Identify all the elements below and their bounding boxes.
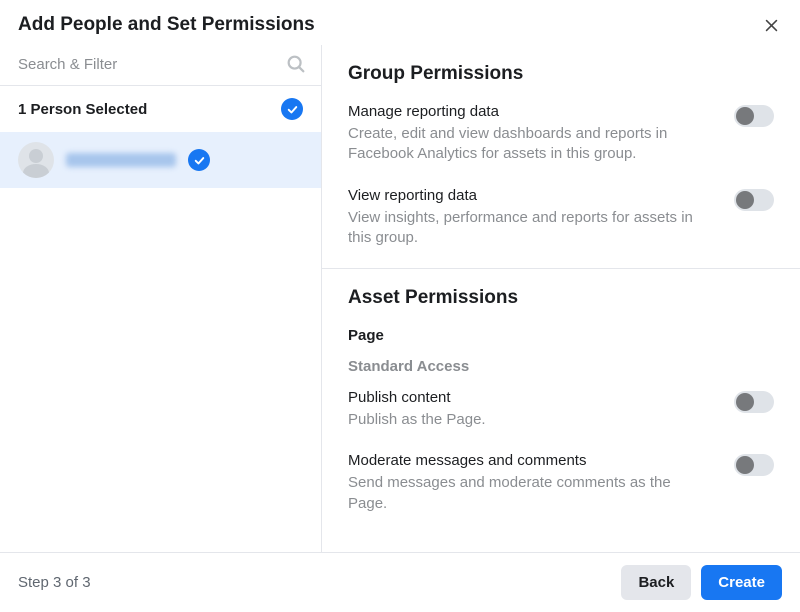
group-permissions-title: Group Permissions <box>348 63 774 85</box>
create-button[interactable]: Create <box>701 565 782 600</box>
step-indicator: Step 3 of 3 <box>18 574 611 591</box>
person-checkbox[interactable] <box>188 149 210 171</box>
close-icon <box>763 17 780 34</box>
asset-type: Page <box>348 327 774 344</box>
perm-title-moderate: Moderate messages and comments <box>348 452 714 469</box>
check-icon <box>193 154 206 167</box>
asset-permissions-title: Asset Permissions <box>348 287 774 309</box>
toggle-moderate[interactable] <box>734 454 774 476</box>
select-all-checkbox[interactable] <box>281 98 303 120</box>
back-button[interactable]: Back <box>621 565 691 600</box>
perm-title-manage-reporting: Manage reporting data <box>348 103 714 120</box>
perm-desc: View insights, performance and reports f… <box>348 208 714 249</box>
toggle-view-reporting[interactable] <box>734 189 774 211</box>
perm-desc: Send messages and moderate comments as t… <box>348 473 714 514</box>
perm-title-view-reporting: View reporting data <box>348 187 714 204</box>
person-row[interactable] <box>0 132 321 188</box>
perm-title-publish-content: Publish content <box>348 389 714 406</box>
perm-desc: Publish as the Page. <box>348 410 714 430</box>
avatar <box>18 142 54 178</box>
search-icon <box>285 53 307 75</box>
modal-title: Add People and Set Permissions <box>18 14 315 36</box>
toggle-manage-reporting[interactable] <box>734 105 774 127</box>
access-level: Standard Access <box>348 358 774 375</box>
toggle-publish-content[interactable] <box>734 391 774 413</box>
permissions-panel: Group Permissions Manage reporting data … <box>322 45 800 552</box>
close-button[interactable] <box>760 14 782 36</box>
selected-count: 1 Person Selected <box>18 101 147 118</box>
check-icon <box>286 103 299 116</box>
search-input[interactable] <box>18 56 285 73</box>
people-panel: 1 Person Selected <box>0 45 322 552</box>
perm-desc: Create, edit and view dashboards and rep… <box>348 124 714 165</box>
person-name <box>66 153 176 167</box>
